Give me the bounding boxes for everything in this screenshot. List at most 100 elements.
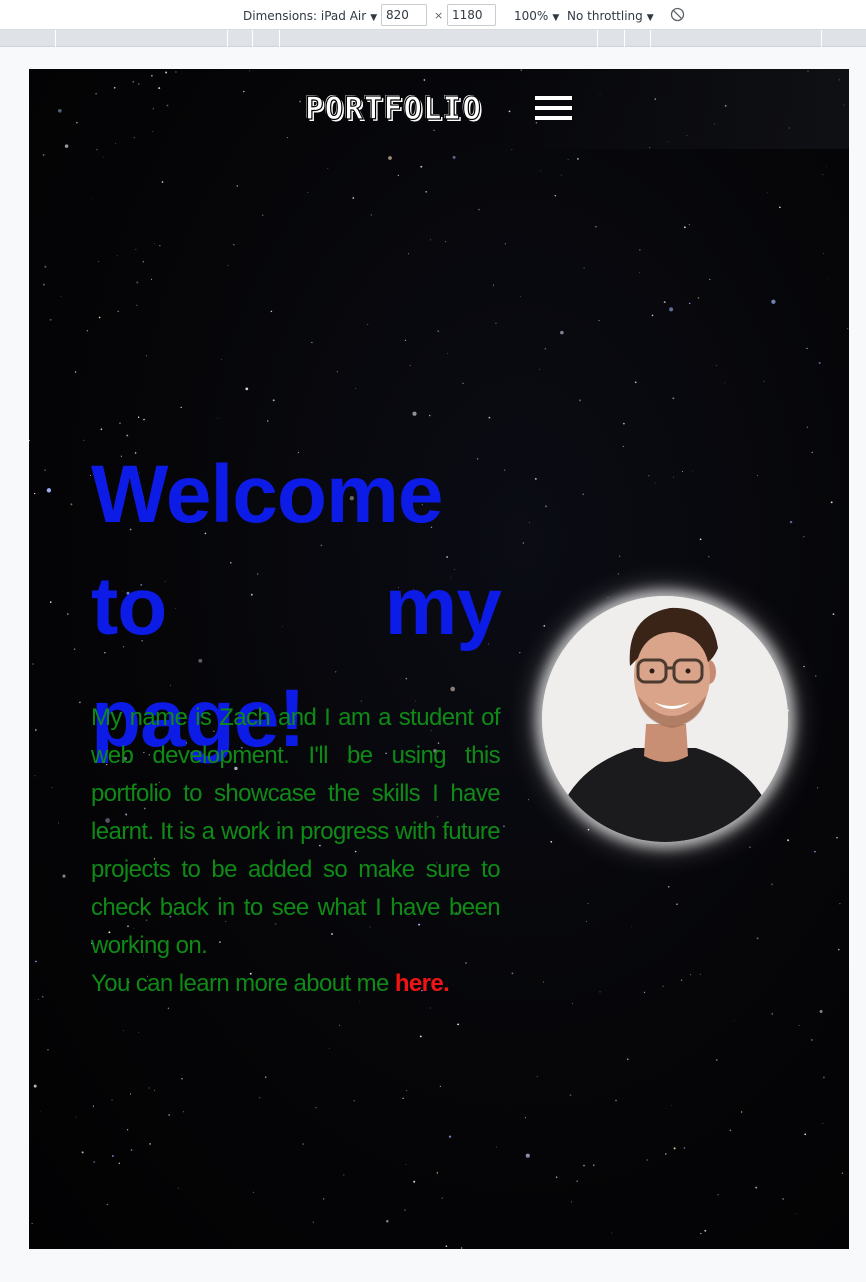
star (31, 1223, 33, 1225)
star (42, 283, 45, 286)
star (806, 426, 809, 428)
star (478, 208, 480, 211)
page-viewport: PORTFOLIO Welcome to my page! My name is… (29, 69, 849, 1249)
star (151, 278, 152, 280)
profile-avatar-illustration (542, 596, 788, 842)
star (148, 1087, 150, 1089)
star (583, 1164, 585, 1167)
width-input[interactable]: 820 (381, 4, 427, 26)
star (554, 194, 557, 197)
star (436, 1172, 438, 1174)
star (623, 422, 625, 425)
star (771, 299, 776, 304)
star (619, 555, 621, 557)
star (126, 1129, 129, 1131)
star (522, 542, 525, 544)
star (111, 1099, 113, 1101)
star (428, 414, 431, 417)
star (495, 322, 497, 324)
star (312, 1221, 315, 1224)
star (70, 503, 73, 506)
throttling-dropdown[interactable]: No throttling ▼ (567, 8, 654, 24)
star (75, 1116, 77, 1118)
learn-more-line: You can learn more about me here. (91, 965, 511, 1003)
star (93, 1161, 96, 1163)
star (149, 1143, 151, 1145)
star (79, 701, 81, 704)
star (118, 1162, 120, 1164)
star (789, 520, 793, 524)
star (74, 371, 77, 373)
star (519, 651, 521, 654)
star (667, 885, 670, 888)
star (315, 1107, 317, 1109)
star (798, 1024, 800, 1026)
star (700, 1233, 702, 1235)
star (441, 1197, 443, 1199)
site-logo[interactable]: PORTFOLIO (304, 90, 482, 127)
star (811, 1039, 813, 1041)
star (682, 471, 684, 473)
star (495, 1146, 498, 1148)
star (420, 165, 423, 168)
star (91, 197, 92, 199)
star (73, 648, 76, 651)
star (631, 926, 633, 928)
star (524, 1117, 526, 1119)
star (35, 960, 37, 963)
star (803, 536, 805, 538)
star (627, 1058, 629, 1060)
star (697, 297, 700, 299)
star (583, 267, 585, 269)
star (83, 439, 85, 441)
star (37, 999, 39, 1000)
dimensions-dropdown[interactable]: Dimensions: iPad Air ▼ (243, 8, 377, 24)
media-query-ruler[interactable] (0, 30, 866, 47)
star (355, 388, 356, 389)
zoom-dropdown[interactable]: 100% ▼ (514, 8, 559, 24)
star (822, 174, 824, 176)
star (429, 1007, 431, 1009)
star (352, 197, 355, 199)
star (502, 825, 505, 828)
star (543, 981, 545, 983)
devtools-device-toolbar: Dimensions: iPad Air ▼ 820 × 1180 100% ▼ N… (0, 0, 866, 30)
star (307, 192, 309, 194)
rotate-icon[interactable] (670, 7, 685, 22)
star (673, 476, 675, 478)
star (130, 1093, 132, 1095)
star (488, 416, 491, 419)
star (98, 261, 100, 262)
star (137, 416, 140, 418)
hamburger-menu-icon[interactable] (535, 96, 572, 122)
star (44, 265, 47, 268)
star (570, 1201, 572, 1203)
star (404, 1209, 406, 1211)
star (328, 1048, 330, 1049)
navbar: PORTFOLIO (29, 69, 849, 149)
star (578, 399, 581, 402)
star (397, 174, 399, 176)
star (86, 330, 89, 332)
star (803, 665, 805, 668)
star (270, 310, 273, 313)
star (460, 1247, 463, 1249)
star (771, 883, 773, 885)
star (724, 382, 726, 384)
star (814, 850, 816, 853)
star (181, 1078, 183, 1080)
star (182, 1111, 184, 1113)
star (827, 278, 829, 280)
learn-more-link[interactable]: here. (395, 970, 450, 997)
star (62, 874, 66, 878)
height-input[interactable]: 1180 (447, 4, 496, 26)
star (804, 1133, 807, 1136)
star (595, 226, 597, 228)
star (47, 1048, 49, 1051)
star (585, 920, 587, 922)
star (81, 1151, 84, 1154)
star (838, 948, 840, 951)
star (445, 1245, 448, 1248)
star (587, 903, 589, 904)
star (832, 613, 835, 615)
